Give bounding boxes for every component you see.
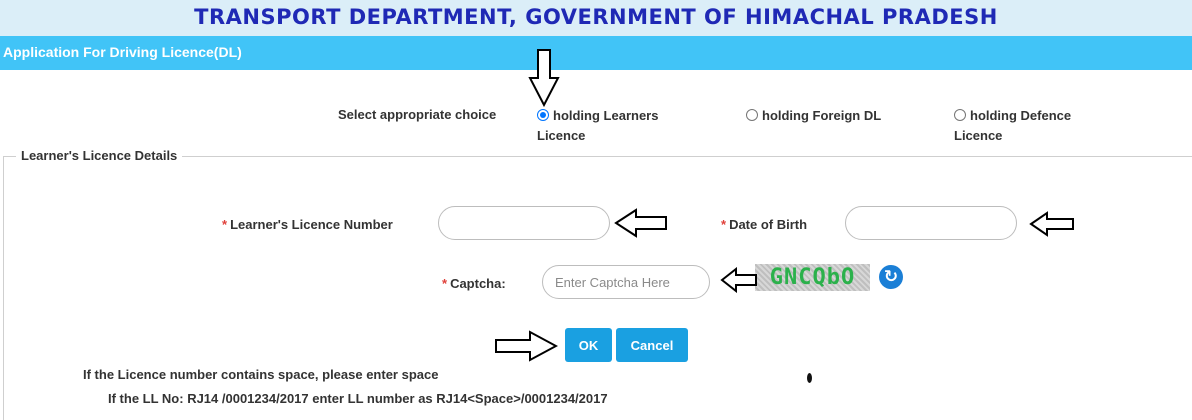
radio-option-learners-licence[interactable]: holding Learners Licence [537,106,658,146]
radio-label-line1: holding Defence [970,108,1072,123]
note-space-instruction: If the Licence number contains space, pl… [83,367,439,382]
left-arrow-icon [1029,211,1074,237]
refresh-icon[interactable]: ↻ [879,265,903,289]
radio-label-line2: Licence [537,128,586,143]
fieldset-legend: Learner's Licence Details [16,148,183,163]
ll-number-input[interactable] [438,206,610,240]
captcha-input[interactable] [542,265,710,299]
left-arrow-icon [720,267,757,293]
dob-label-text: Date of Birth [729,217,808,232]
down-arrow-icon [528,49,560,108]
cancel-button[interactable]: Cancel [616,328,688,362]
captcha-image: GNCQbO [755,264,870,291]
required-marker: * [721,217,727,232]
ll-number-label-text: Learner's Licence Number [230,217,393,232]
ok-button[interactable]: OK [565,328,612,362]
captcha-label: * Captcha: [442,276,506,291]
radio-learners-licence[interactable] [537,109,549,121]
dob-label: * Date of Birth [721,217,807,232]
radio-option-defence-licence[interactable]: holding Defence Licence [954,106,1071,146]
department-header: TRANSPORT DEPARTMENT, GOVERNMENT OF HIMA… [0,0,1192,36]
cursor-dot [807,373,812,383]
radio-label-line1: holding Foreign DL [762,108,882,123]
department-title: TRANSPORT DEPARTMENT, GOVERNMENT OF HIMA… [194,5,998,29]
required-marker: * [222,217,228,232]
radio-foreign-dl[interactable] [746,109,758,121]
ll-number-label: * Learner's Licence Number [222,217,393,232]
application-title: Application For Driving Licence(DL) [3,44,242,60]
radio-label-line2: Licence [954,128,1003,143]
right-arrow-icon [495,330,558,362]
radio-label-line1: holding Learners [553,108,659,123]
choice-label: Select appropriate choice [338,107,497,122]
application-title-bar: Application For Driving Licence(DL) [0,36,1192,70]
required-marker: * [442,276,448,291]
radio-option-foreign-dl[interactable]: holding Foreign DL [746,106,881,126]
captcha-label-text: Captcha: [450,276,506,291]
left-arrow-icon [614,208,667,238]
note-example: If the LL No: RJ14 /0001234/2017 enter L… [108,391,608,406]
dob-input[interactable] [845,206,1017,240]
radio-defence-licence[interactable] [954,109,966,121]
